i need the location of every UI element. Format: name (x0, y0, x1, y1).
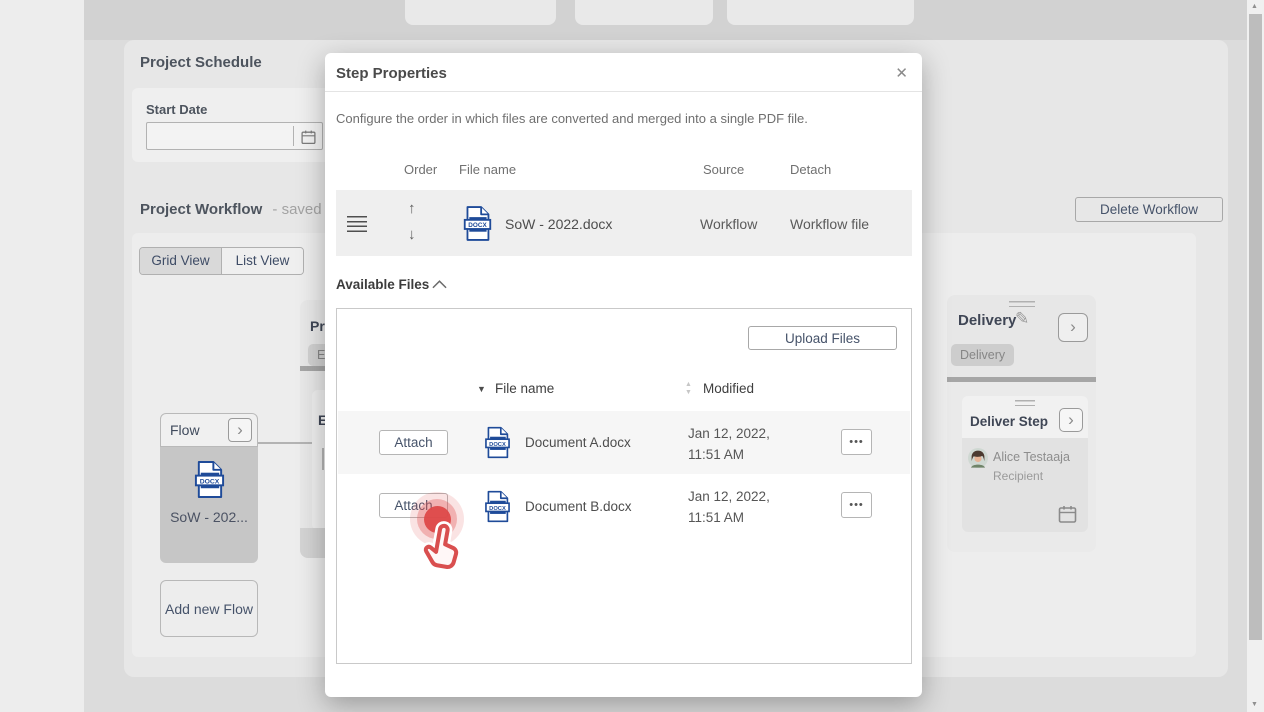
svg-text:DOCX: DOCX (489, 506, 506, 512)
modified-date-line2: 11:51 AM (688, 507, 770, 528)
attached-file-name: SoW - 2022.docx (505, 216, 612, 232)
col-header-file-name: File name (459, 162, 516, 177)
modified-date-line2: 11:51 AM (688, 444, 770, 465)
delivery-status-badge: Delivery (951, 344, 1014, 366)
tab-list-view[interactable]: List View (221, 248, 303, 274)
modified-date-line1: Jan 12, 2022, (688, 423, 770, 444)
flow-card-header[interactable]: Flow › (160, 413, 258, 447)
col-header-detach: Detach (790, 162, 831, 177)
project-workflow-title-text: Project Workflow (140, 201, 262, 218)
svg-text:DOCX: DOCX (489, 442, 506, 448)
deliver-step-card[interactable]: Deliver Step › Alice Testaaja Recipient (962, 396, 1088, 532)
drag-handle-icon[interactable] (347, 216, 367, 232)
workflow-saved-status: - saved (272, 201, 321, 218)
flow-card-body[interactable]: DOCX SoW - 202... (160, 447, 258, 563)
page-scrollbar[interactable]: ▲ ▼ (1247, 0, 1264, 712)
files-attached-card: Files Attached (575, 0, 713, 25)
available-file-name: Document A.docx (525, 435, 631, 450)
delete-workflow-button[interactable]: Delete Workflow (1075, 197, 1223, 222)
attached-file-row: ↑ ↓ DOCX SoW - 2022.docx Workflow Workfl… (336, 190, 912, 256)
chevron-right-icon: › (1068, 411, 1074, 428)
delivery-lane-title: Delivery (958, 312, 1016, 329)
move-up-icon[interactable]: ↑ (408, 201, 416, 216)
modal-description: Configure the order in which files are c… (336, 111, 808, 126)
sort-ascending-icon[interactable]: ▲ (685, 381, 692, 388)
docx-file-icon: DOCX (193, 460, 226, 499)
project-schedule-title: Project Schedule (140, 54, 262, 71)
flow-card-title: Flow (170, 422, 200, 438)
docx-file-icon: DOCX (482, 426, 513, 459)
upload-files-button[interactable]: Upload Files (748, 326, 897, 350)
col-header-order: Order (404, 162, 437, 177)
input-divider (293, 126, 294, 146)
scroll-up-arrow-icon[interactable]: ▲ (1251, 3, 1258, 10)
modal-header-divider (325, 91, 922, 92)
app-root: Workflow Defined Files Attached Assign C… (0, 0, 1264, 712)
drag-handle-icon[interactable] (1009, 301, 1035, 307)
docx-file-icon: DOCX (462, 205, 493, 242)
start-date-input[interactable] (151, 125, 295, 149)
workflow-defined-card: Workflow Defined (405, 0, 556, 25)
chevron-up-icon[interactable] (432, 280, 447, 289)
calendar-icon[interactable] (1057, 504, 1078, 524)
deliver-step-title: Deliver Step (970, 414, 1048, 429)
sort-descending-icon[interactable]: ▼ (477, 385, 486, 394)
project-workflow-title: Project Workflow - saved (140, 201, 322, 218)
flow-file-label: SoW - 202... (170, 509, 248, 525)
scroll-down-arrow-icon[interactable]: ▼ (1251, 701, 1258, 708)
recipient-role: Recipient (993, 469, 1043, 483)
modal-title: Step Properties (336, 65, 447, 82)
more-options-button[interactable]: ••• (841, 492, 872, 518)
chevron-right-icon: › (237, 421, 243, 438)
svg-text:DOCX: DOCX (468, 222, 487, 229)
pencil-icon[interactable]: ✎ (1015, 309, 1029, 329)
step-properties-modal: Step Properties ✕ Configure the order in… (325, 53, 922, 697)
docx-file-icon: DOCX (482, 490, 513, 523)
svg-text:DOCX: DOCX (199, 478, 219, 485)
attach-button[interactable]: Attach (379, 430, 448, 455)
deliver-step-open-button[interactable]: › (1059, 408, 1083, 432)
hand-cursor-icon (408, 515, 474, 578)
col-header-modified[interactable]: Modified (703, 381, 754, 396)
delivery-open-button[interactable]: › (1058, 313, 1088, 342)
scrollbar-thumb[interactable] (1249, 14, 1262, 640)
attached-file-detach[interactable]: Workflow file (790, 216, 869, 232)
attached-file-source: Workflow (700, 216, 757, 232)
calendar-icon[interactable] (300, 129, 317, 145)
sort-descending-icon[interactable]: ▼ (685, 389, 692, 396)
drag-handle-icon[interactable] (1015, 400, 1035, 406)
deliver-step-body: Alice Testaaja Recipient (962, 438, 1088, 532)
more-options-button[interactable]: ••• (841, 429, 872, 455)
flow-open-button[interactable]: › (228, 418, 252, 442)
modified-date-line1: Jan 12, 2022, (688, 486, 770, 507)
modified-date: Jan 12, 2022, 11:51 AM (688, 486, 770, 528)
flow-connector-line (258, 442, 312, 444)
available-file-row: Attach DOCX Document A.docx Jan 12, 2022… (338, 411, 910, 474)
col-header-file-name[interactable]: File name (495, 381, 554, 396)
modified-date: Jan 12, 2022, 11:51 AM (688, 423, 770, 465)
available-file-name: Document B.docx (525, 499, 632, 514)
left-sidebar (0, 0, 84, 712)
delivery-lane-card[interactable]: Delivery ✎ › Delivery Deliver Step › Ali… (947, 295, 1096, 552)
close-icon[interactable]: ✕ (895, 64, 908, 82)
start-date-label: Start Date (146, 102, 207, 117)
start-date-field (146, 122, 323, 150)
add-new-flow-button[interactable]: Add new Flow (160, 580, 258, 637)
view-toggle: Grid View List View (139, 247, 304, 275)
available-files-panel: Upload Files ▼ File name ▲ ▼ Modified At… (336, 308, 912, 664)
assign-collaborators-card: Assign Collaborators (727, 0, 914, 25)
chevron-right-icon: › (1070, 318, 1076, 335)
available-files-title: Available Files (336, 277, 429, 292)
clipped-element-edge (322, 448, 324, 470)
avatar (968, 448, 988, 468)
move-down-icon[interactable]: ↓ (408, 227, 416, 242)
tab-grid-view[interactable]: Grid View (140, 248, 222, 274)
col-header-source: Source (703, 162, 744, 177)
recipient-name: Alice Testaaja (993, 450, 1070, 464)
